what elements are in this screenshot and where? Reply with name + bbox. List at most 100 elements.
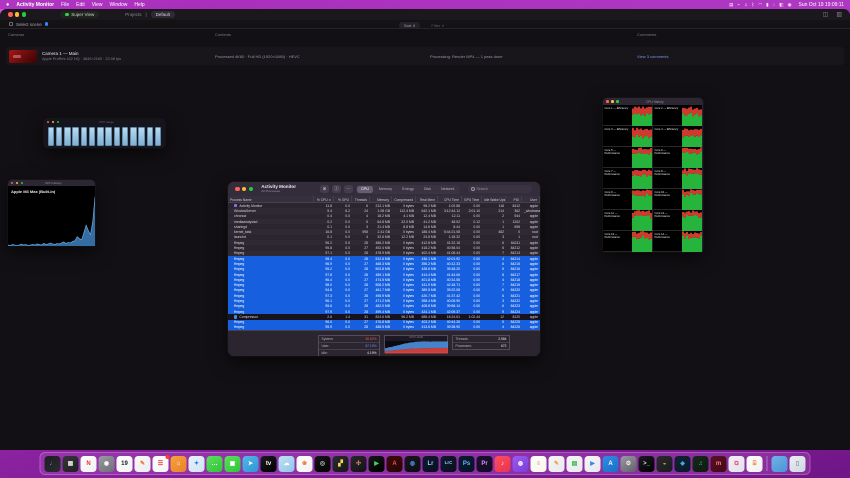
column-header-cpu[interactable]: % CPU ∨ <box>314 196 334 202</box>
activity-monitor-window[interactable]: Activity Monitor All Processes ⊗ⓘ⋯ CPUMe… <box>228 182 540 356</box>
column-header-rmem[interactable]: Real Mem <box>416 196 438 202</box>
menu-app-name[interactable]: Activity Monitor <box>16 2 54 8</box>
minimize-button[interactable] <box>611 100 614 103</box>
process-row[interactable]: WindowServer9.46.2241.08 GB112.4 MB642.1… <box>228 208 540 213</box>
process-row[interactable]: launchd0.10.0432.6 MB12.2 MB24.8 MB1:18.… <box>228 235 540 240</box>
menu-item-file[interactable]: File <box>61 2 69 8</box>
dock-icon-photos[interactable]: ❀ <box>297 456 313 472</box>
music-icon[interactable]: ♫ <box>744 2 747 7</box>
dock-icon-music[interactable]: ♪ <box>495 456 511 472</box>
close-button[interactable] <box>8 12 13 17</box>
display-icon[interactable]: ▤ <box>729 2 733 8</box>
more-options-icon[interactable]: ⋯ <box>344 185 353 193</box>
dock-icon-system-settings[interactable]: ⚙ <box>621 456 637 472</box>
select-scene-control[interactable]: Select scene <box>9 22 48 27</box>
activity-monitor-titlebar[interactable]: Activity Monitor All Processes ⊗ⓘ⋯ CPUMe… <box>228 182 540 196</box>
zoom-button[interactable] <box>249 187 254 192</box>
breadcrumb-section[interactable]: Projects <box>125 12 141 17</box>
cpu-history-window[interactable]: CPU History Core 1 — EfficiencyCore 2 — … <box>603 98 703 252</box>
dock-icon-weather[interactable]: ☁ <box>279 456 295 472</box>
process-row[interactable]: ffmpeg96.20.028486.2 MB0 bytes412.8 MB41… <box>228 240 540 245</box>
camera-row[interactable]: Camera 1 — Main Apple ProRes 422 HQ · 38… <box>6 47 844 65</box>
process-row[interactable]: ffmpeg95.60.028482.0 MB0 bytes408.8 MB39… <box>228 304 540 309</box>
list-view-icon[interactable]: ▥ <box>836 11 842 18</box>
dock-icon-podcasts[interactable]: ◍ <box>513 456 529 472</box>
close-button[interactable] <box>606 100 609 103</box>
checkbox-icon[interactable] <box>9 22 13 26</box>
close-button[interactable] <box>235 187 240 192</box>
dock-icon-freeform[interactable]: ✎ <box>135 456 151 472</box>
zoom-button[interactable] <box>22 12 27 17</box>
wifi-icon[interactable]: ◠ <box>758 2 762 8</box>
tab-memory[interactable]: Memory <box>375 186 396 193</box>
dock-icon-keynote[interactable]: ▶ <box>585 456 601 472</box>
menu-item-window[interactable]: Window <box>110 2 128 8</box>
dock-icon-numbers[interactable]: ▤ <box>567 456 583 472</box>
search-field[interactable] <box>468 185 532 193</box>
process-row[interactable]: mediaanalysisd0.20.0564.8 MB22.0 MB41.2 … <box>228 219 540 224</box>
dock-icon-trash[interactable]: ▯ <box>790 456 806 472</box>
column-header-cmp[interactable]: Compressed <box>392 196 416 202</box>
dock-icon-app-store[interactable]: A <box>603 456 619 472</box>
column-header-pid[interactable]: PID <box>506 196 522 202</box>
dock-icon-lightroom[interactable]: Lr <box>423 456 439 472</box>
search-input[interactable] <box>476 187 529 191</box>
minimize-button[interactable] <box>16 182 18 184</box>
menu-item-help[interactable]: Help <box>134 2 144 8</box>
bluetooth-icon[interactable]: ᛒ <box>751 2 754 7</box>
dock-icon-pages[interactable]: ✎ <box>549 456 565 472</box>
dock-icon-spotify[interactable]: ♫ <box>693 456 709 472</box>
dock-icon-shortcuts[interactable]: ⧉ <box>729 456 745 472</box>
column-header-contents[interactable]: Contents <box>215 32 231 37</box>
column-header-cameras[interactable]: Cameras <box>8 32 24 37</box>
process-row[interactable]: ffmpeg98.00.028508.2 MB0 bytes431.9 MB42… <box>228 282 540 287</box>
dock-icon-launchpad[interactable]: ▦ <box>63 456 79 472</box>
menu-bar-clock[interactable]: Sun Oct 19 19:09:11 <box>799 2 845 8</box>
dock-icon-photoshop[interactable]: Ps <box>459 456 475 472</box>
siri-icon[interactable]: ◉ <box>788 2 792 8</box>
tab-energy[interactable]: Energy <box>398 186 418 193</box>
menu-item-view[interactable]: View <box>92 2 103 8</box>
process-row[interactable]: ffmpeg96.40.027474.5 MB0 bytes401.8 MB40… <box>228 277 540 282</box>
process-row[interactable]: ffmpeg95.20.028503.8 MB0 bytes428.6 MB39… <box>228 267 540 272</box>
filter-button[interactable]: Filter ∨ <box>426 22 449 29</box>
dock-icon-news[interactable]: N <box>81 456 97 472</box>
column-header-th[interactable]: Threads <box>352 196 370 202</box>
menu-item-edit[interactable]: Edit <box>76 2 85 8</box>
process-row[interactable]: ffmpeg96.60.027476.8 MB0 bytes403.2 MB40… <box>228 320 540 325</box>
tab-disk[interactable]: Disk <box>420 186 435 193</box>
dock-icon-mimestream[interactable]: m <box>711 456 727 472</box>
dock-icon-books[interactable]: ⌻ <box>747 456 763 472</box>
dock-icon-facetime[interactable]: ▣ <box>225 456 241 472</box>
inspect-process-icon[interactable]: ⓘ <box>332 185 341 193</box>
dock-icon-handbrake[interactable]: ◒ <box>657 456 673 472</box>
dock-icon-adobe-cc[interactable]: A <box>387 456 403 472</box>
column-header-mem[interactable]: Memory <box>370 196 392 202</box>
cpu-usage-window[interactable]: CPU Usage <box>44 119 165 148</box>
traffic-lights[interactable] <box>8 12 26 17</box>
quit-process-icon[interactable]: ⊗ <box>320 185 329 193</box>
process-row[interactable]: ffmpeg98.40.028512.6 MB0 bytes436.1 MB42… <box>228 256 540 261</box>
process-row[interactable]: ffmpeg97.10.028478.9 MB0 bytes402.4 MB41… <box>228 251 540 256</box>
keyboard-brightness-icon[interactable]: ⌁ <box>737 2 740 8</box>
dock-icon-messages[interactable]: … <box>207 456 223 472</box>
process-row[interactable]: ffmpeg94.80.027461.7 MB0 bytes389.5 MB39… <box>228 288 540 293</box>
column-header-comments[interactable]: Comments <box>637 32 656 37</box>
column-header-user[interactable]: User <box>522 196 540 202</box>
dock-icon-calendar[interactable]: 19 <box>117 456 133 472</box>
info-icon[interactable] <box>45 22 49 26</box>
minimize-button[interactable] <box>242 187 247 192</box>
search-icon[interactable]: ◌ <box>773 2 776 7</box>
close-button[interactable] <box>11 182 13 184</box>
process-row[interactable]: ffmpeg96.90.027468.3 MB0 bytes396.2 MB40… <box>228 261 540 266</box>
dock-icon-final-cut-pro[interactable]: ▞ <box>333 456 349 472</box>
column-header-process-name[interactable]: Process Name <box>228 196 314 202</box>
dock-icon-reminders[interactable]: ☰ <box>153 456 169 472</box>
dock-icon-notes[interactable]: ≡ <box>531 456 547 472</box>
dock-icon-lightroom-classic[interactable]: LrC <box>441 456 457 472</box>
process-row[interactable]: kernel_task16.80.05982.41 GB0 bytes188.4… <box>228 229 540 234</box>
dock-icon-home[interactable]: ⌂ <box>171 456 187 472</box>
tab-network[interactable]: Network <box>437 186 459 193</box>
minimize-button[interactable] <box>52 121 54 123</box>
dock-icon-telegram[interactable]: ➤ <box>243 456 259 472</box>
